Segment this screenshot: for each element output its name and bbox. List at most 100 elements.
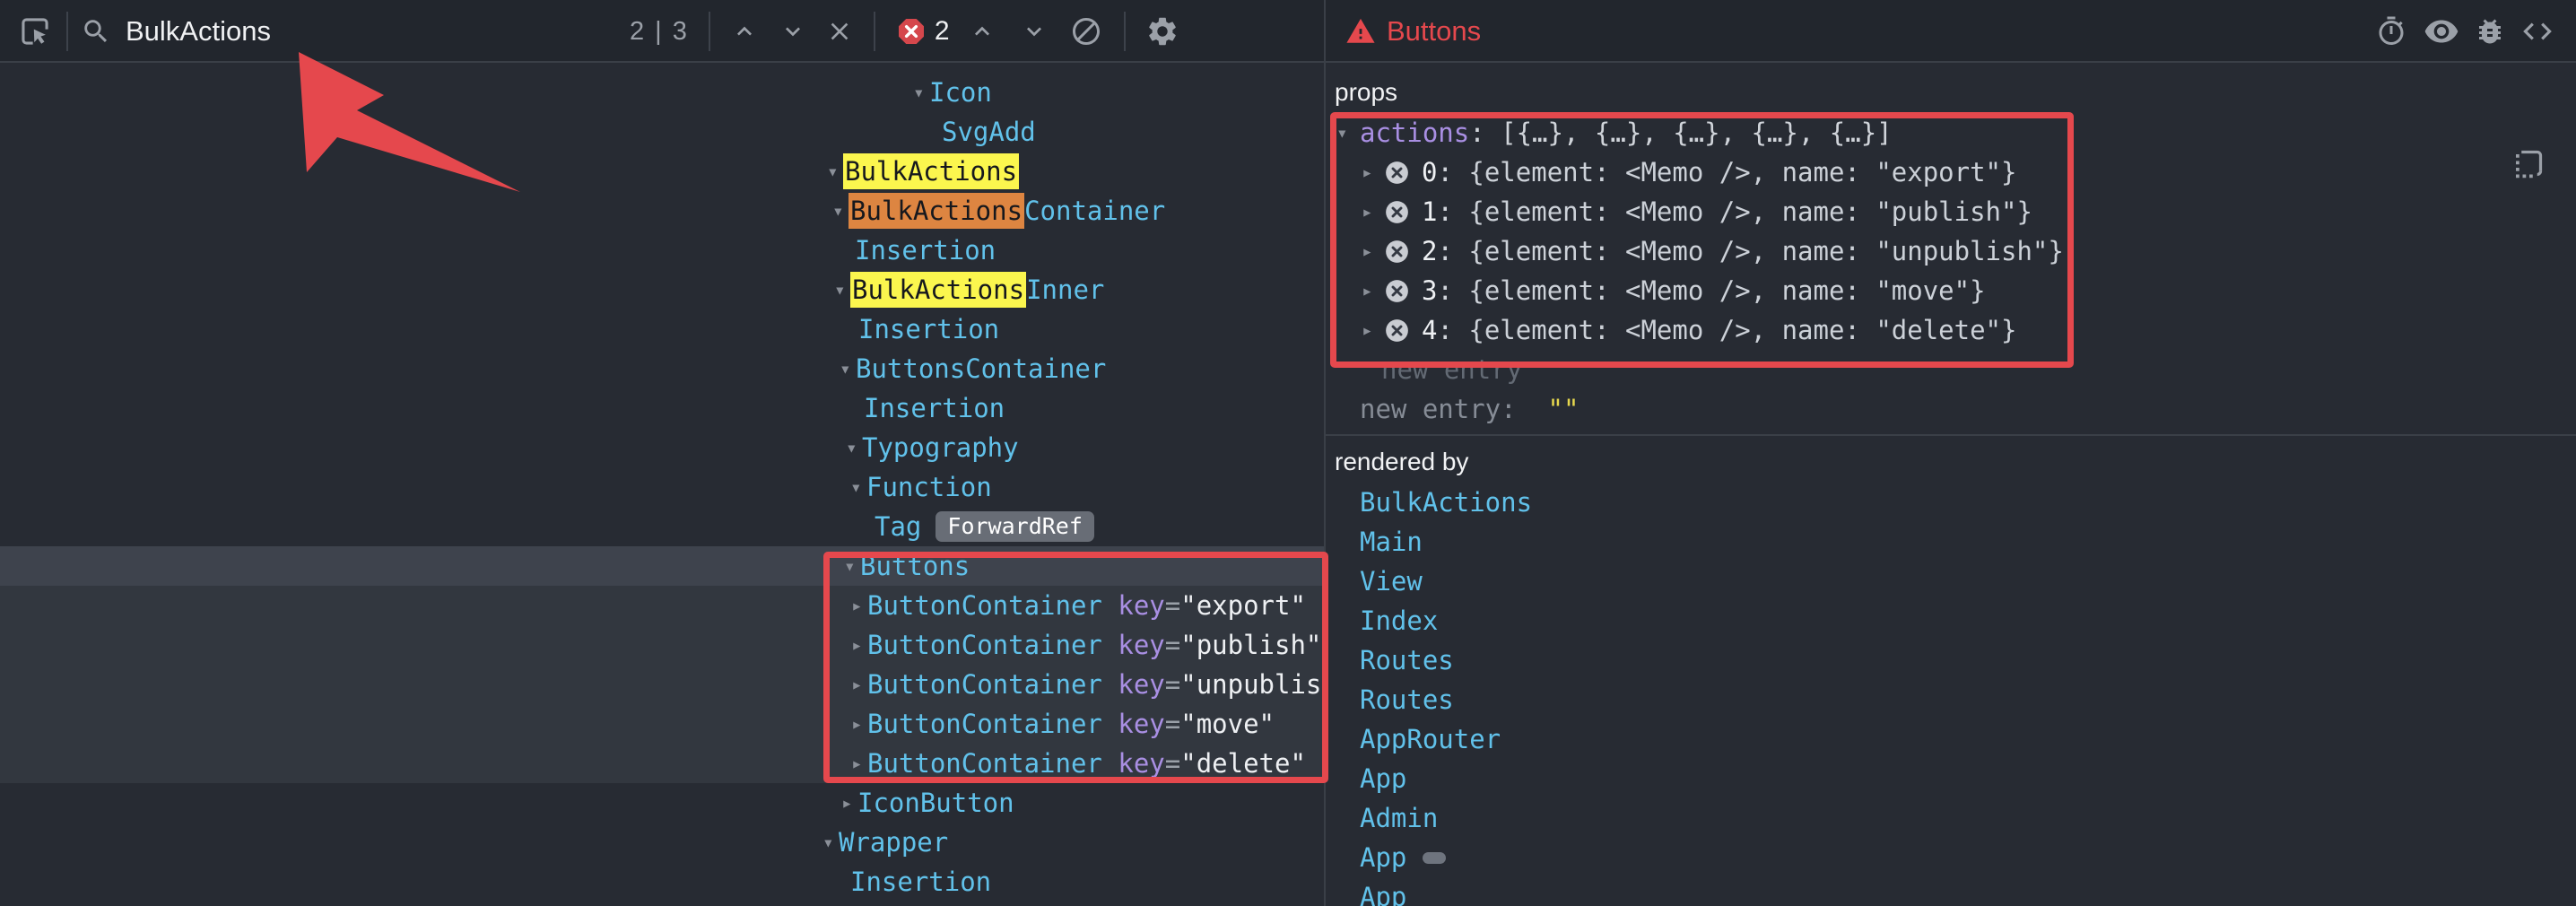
expand-closed-icon[interactable]: ▸ <box>841 792 857 814</box>
props-array-item-row[interactable]: ▸3: {element: <Memo />, name: "move"} <box>1326 271 2576 310</box>
new-entry-nested-row[interactable]: new entry <box>1326 350 2576 389</box>
tree-row[interactable]: ▸ButtonContainer key="publish" <box>0 625 1324 665</box>
previous-result-button[interactable] <box>730 17 759 46</box>
tree-row[interactable]: Insertion <box>0 862 1324 902</box>
key-value: "delete" <box>1180 748 1306 779</box>
props-array-item-row[interactable]: ▸0: {element: <Memo />, name: "export"} <box>1326 152 2576 192</box>
expand-closed-icon[interactable]: ▸ <box>1362 319 1385 341</box>
expand-open-icon[interactable]: ▾ <box>850 476 866 498</box>
key-attribute: key <box>1118 748 1164 779</box>
profiler-timer-icon[interactable] <box>2375 15 2407 48</box>
tree-row[interactable]: ▾ButtonsContainer <box>0 349 1324 388</box>
expand-closed-icon[interactable]: ▸ <box>851 753 867 774</box>
expand-closed-icon[interactable]: ▸ <box>851 674 867 695</box>
previous-error-button[interactable] <box>968 17 996 46</box>
array-index: 0 <box>1422 157 1437 187</box>
tree-row[interactable]: ▾Icon <box>0 73 1324 112</box>
tree-row[interactable]: ▸ButtonContainer key="move" <box>0 704 1324 744</box>
expand-closed-icon[interactable]: ▸ <box>851 595 867 616</box>
component-name: IconButton <box>857 788 1014 818</box>
tree-row[interactable]: ▸ButtonContainer key="delete" <box>0 744 1324 783</box>
new-entry-key[interactable]: new entry <box>1360 394 1501 424</box>
tree-row[interactable]: ▾Buttons <box>0 546 1324 586</box>
array-index: 1 <box>1422 196 1437 227</box>
expand-open-icon[interactable]: ▾ <box>834 279 850 301</box>
owner-name: App <box>1360 882 1406 906</box>
copy-props-icon[interactable] <box>2511 145 2547 186</box>
expand-open-icon[interactable]: ▾ <box>1336 122 1360 144</box>
toolbar-divider <box>874 12 875 51</box>
rendered-by-item[interactable]: Routes <box>1326 640 2576 680</box>
tree-row[interactable]: ▾BulkActionsContainer <box>0 191 1324 231</box>
tree-row[interactable]: ▸IconButton <box>0 783 1324 823</box>
expand-open-icon[interactable]: ▾ <box>913 82 929 103</box>
rendered-by-section-label: rendered by <box>1326 436 2576 483</box>
item-preview: {element: <Memo />, name: "delete"} <box>1468 315 2016 345</box>
props-array-item-row[interactable]: ▸2: {element: <Memo />, name: "unpublish… <box>1326 231 2576 271</box>
rendered-by-item[interactable]: AppRouter <box>1326 719 2576 759</box>
expand-open-icon[interactable]: ▾ <box>844 555 860 577</box>
expand-open-icon[interactable]: ▾ <box>846 437 862 458</box>
props-row-actions[interactable]: ▾actions: [{…}, {…}, {…}, {…}, {…}] <box>1326 113 2576 152</box>
tree-row[interactable]: Insertion <box>0 231 1324 270</box>
owner-name: App <box>1360 842 1406 873</box>
expand-open-icon[interactable]: ▾ <box>822 832 839 853</box>
rendered-by-item[interactable]: BulkActions <box>1326 483 2576 522</box>
expand-open-icon[interactable]: ▾ <box>832 200 849 222</box>
expand-closed-icon[interactable]: ▸ <box>1362 201 1385 222</box>
key-value: "unpublish" <box>1180 669 1324 700</box>
next-error-button[interactable] <box>1020 17 1049 46</box>
warning-triangle-icon <box>1345 16 1376 47</box>
clear-search-icon[interactable] <box>825 17 854 46</box>
tree-row[interactable]: ▾Typography <box>0 428 1324 467</box>
next-result-button[interactable] <box>779 17 807 46</box>
expand-open-icon[interactable]: ▾ <box>840 358 856 379</box>
error-circle-icon <box>1385 200 1409 224</box>
error-circle-icon <box>1385 240 1409 264</box>
clear-errors-icon[interactable] <box>1070 15 1102 48</box>
rendered-by-item[interactable]: Routes <box>1326 680 2576 719</box>
tree-row[interactable]: ▾BulkActionsInner <box>0 270 1324 309</box>
search-input[interactable] <box>124 14 630 48</box>
key-attribute: key <box>1118 669 1164 700</box>
settings-gear-icon[interactable] <box>1145 14 1179 48</box>
search-icon <box>81 16 111 47</box>
rendered-by-item[interactable]: View <box>1326 562 2576 601</box>
search-results-count: 2 | 3 <box>630 17 689 47</box>
tree-row[interactable]: Insertion <box>0 309 1324 349</box>
eye-inspect-icon[interactable] <box>2424 13 2459 49</box>
component-name: Insertion <box>850 867 991 897</box>
new-entry-row[interactable]: new entry: "" <box>1326 389 2576 429</box>
tree-row[interactable]: ▾BulkActions <box>0 152 1324 191</box>
tree-row[interactable]: ▸ButtonContainer key="unpublish" <box>0 665 1324 704</box>
tree-row[interactable]: ▾Wrapper <box>0 823 1324 862</box>
array-index: 4 <box>1422 315 1437 345</box>
bug-debug-icon[interactable] <box>2474 15 2506 48</box>
tree-row[interactable]: SvgAdd <box>0 112 1324 152</box>
props-array-item-row[interactable]: ▸1: {element: <Memo />, name: "publish"} <box>1326 192 2576 231</box>
item-preview: {element: <Memo />, name: "export"} <box>1468 157 2016 187</box>
expand-closed-icon[interactable]: ▸ <box>1362 240 1385 262</box>
tree-row[interactable]: Insertion <box>0 388 1324 428</box>
tree-row[interactable]: ▸ButtonContainer key="export" <box>0 586 1324 625</box>
expand-closed-icon[interactable]: ▸ <box>1362 280 1385 301</box>
component-name: BulkActions <box>850 272 1026 308</box>
tree-row[interactable]: TagForwardRef <box>0 507 1324 546</box>
view-source-code-icon[interactable] <box>2520 14 2554 48</box>
expand-open-icon[interactable]: ▾ <box>827 161 843 182</box>
inspect-element-icon[interactable] <box>18 14 52 48</box>
expand-closed-icon[interactable]: ▸ <box>851 713 867 735</box>
rendered-by-item[interactable]: App <box>1326 759 2576 798</box>
rendered-by-item[interactable]: App <box>1326 877 2576 906</box>
tree-row[interactable]: ▾Function <box>0 467 1324 507</box>
expand-closed-icon[interactable]: ▸ <box>851 634 867 656</box>
rendered-by-item[interactable]: Index <box>1326 601 2576 640</box>
new-entry-value[interactable]: "" <box>1548 394 1580 424</box>
rendered-by-item[interactable]: App <box>1326 838 2576 877</box>
props-array-item-row[interactable]: ▸4: {element: <Memo />, name: "delete"} <box>1326 310 2576 350</box>
rendered-by-item[interactable]: Main <box>1326 522 2576 562</box>
component-name: ButtonContainer <box>867 748 1102 779</box>
rendered-by-item[interactable]: Admin <box>1326 798 2576 838</box>
owner-name: Routes <box>1360 684 1454 715</box>
expand-closed-icon[interactable]: ▸ <box>1362 161 1385 183</box>
